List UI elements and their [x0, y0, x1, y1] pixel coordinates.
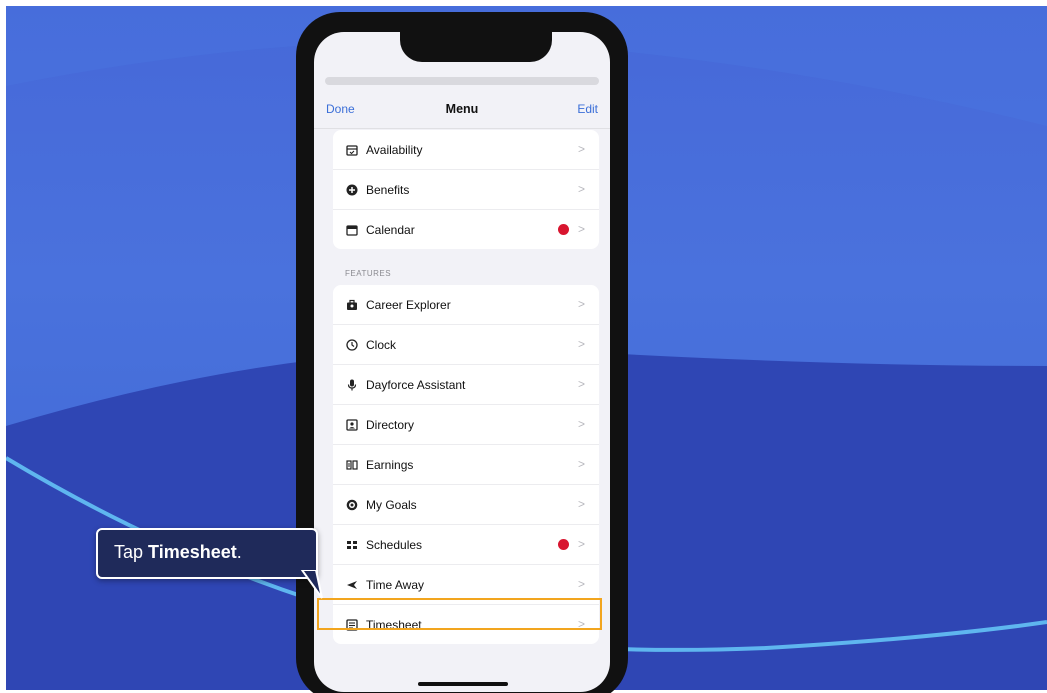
- menu-group-features: Career Explorer > Clock > Dayforce Assistant…: [333, 285, 599, 644]
- menu-navbar: Done Menu Edit: [314, 88, 610, 129]
- clock-icon: [345, 338, 359, 352]
- menu-item-career-explorer[interactable]: Career Explorer >: [333, 285, 599, 325]
- menu-item-label: Dayforce Assistant: [366, 377, 466, 392]
- menu-item-directory[interactable]: Directory >: [333, 405, 599, 445]
- callout-text: Tap Timesheet.: [114, 542, 242, 563]
- instruction-callout: Tap Timesheet.: [96, 528, 318, 579]
- target-icon: [345, 498, 359, 512]
- chevron-right-icon: >: [577, 457, 585, 471]
- menu-item-calendar[interactable]: Calendar >: [333, 210, 599, 249]
- notification-dot: [558, 539, 569, 550]
- menu-item-label: Availability: [366, 142, 423, 157]
- sheet-grabber: [325, 77, 599, 85]
- callout-bold: Timesheet: [148, 542, 237, 562]
- home-indicator: [418, 682, 508, 686]
- features-section-header: FEATURES: [345, 269, 392, 278]
- plus-circle-icon: [345, 183, 359, 197]
- calendar-check-icon: [345, 143, 359, 157]
- phone-frame: Done Menu Edit Availability > Benefits > Cal…: [296, 12, 628, 693]
- airplane-icon: [345, 578, 359, 592]
- microphone-icon: [345, 378, 359, 392]
- menu-item-my-goals[interactable]: My Goals >: [333, 485, 599, 525]
- callout-pointer: [300, 570, 323, 599]
- menu-item-benefits[interactable]: Benefits >: [333, 170, 599, 210]
- menu-item-dayforce-assistant[interactable]: Dayforce Assistant >: [333, 365, 599, 405]
- menu-item-earnings[interactable]: Earnings >: [333, 445, 599, 485]
- menu-item-label: Earnings: [366, 457, 414, 472]
- directory-icon: [345, 418, 359, 432]
- timesheet-highlight-box: [317, 598, 602, 630]
- menu-item-availability[interactable]: Availability >: [333, 130, 599, 170]
- menu-title: Menu: [445, 102, 479, 116]
- earnings-icon: [345, 458, 359, 472]
- menu-group-general: Availability > Benefits > Calendar >: [333, 130, 599, 249]
- phone-screen: Done Menu Edit Availability > Benefits > Cal…: [314, 32, 610, 692]
- menu-item-label: Calendar: [366, 222, 415, 237]
- chevron-right-icon: >: [577, 577, 585, 591]
- chevron-right-icon: >: [577, 337, 585, 351]
- chevron-right-icon: >: [577, 142, 585, 156]
- chevron-right-icon: >: [577, 297, 585, 311]
- chevron-right-icon: >: [577, 497, 585, 511]
- menu-item-label: Time Away: [366, 577, 425, 592]
- menu-item-label: Directory: [366, 417, 415, 432]
- menu-item-label: Career Explorer: [366, 297, 451, 312]
- menu-item-schedules[interactable]: Schedules >: [333, 525, 599, 565]
- callout-prefix: Tap: [114, 542, 149, 562]
- notification-dot: [558, 224, 569, 235]
- menu-item-label: Schedules: [366, 537, 423, 552]
- menu-item-label: Benefits: [366, 182, 410, 197]
- menu-item-label: Clock: [366, 337, 397, 352]
- briefcase-icon: [345, 298, 359, 312]
- schedule-icon: [345, 538, 359, 552]
- chevron-right-icon: >: [577, 222, 585, 236]
- chevron-right-icon: >: [577, 417, 585, 431]
- edit-button[interactable]: Edit: [577, 102, 598, 116]
- calendar-icon: [345, 223, 359, 237]
- phone-notch: [400, 32, 552, 62]
- menu-item-label: My Goals: [366, 497, 417, 512]
- tutorial-stage: Done Menu Edit Availability > Benefits > Cal…: [0, 0, 1047, 693]
- menu-item-clock[interactable]: Clock >: [333, 325, 599, 365]
- chevron-right-icon: >: [577, 537, 585, 551]
- chevron-right-icon: >: [577, 377, 585, 391]
- callout-suffix: .: [236, 542, 242, 562]
- chevron-right-icon: >: [577, 182, 585, 196]
